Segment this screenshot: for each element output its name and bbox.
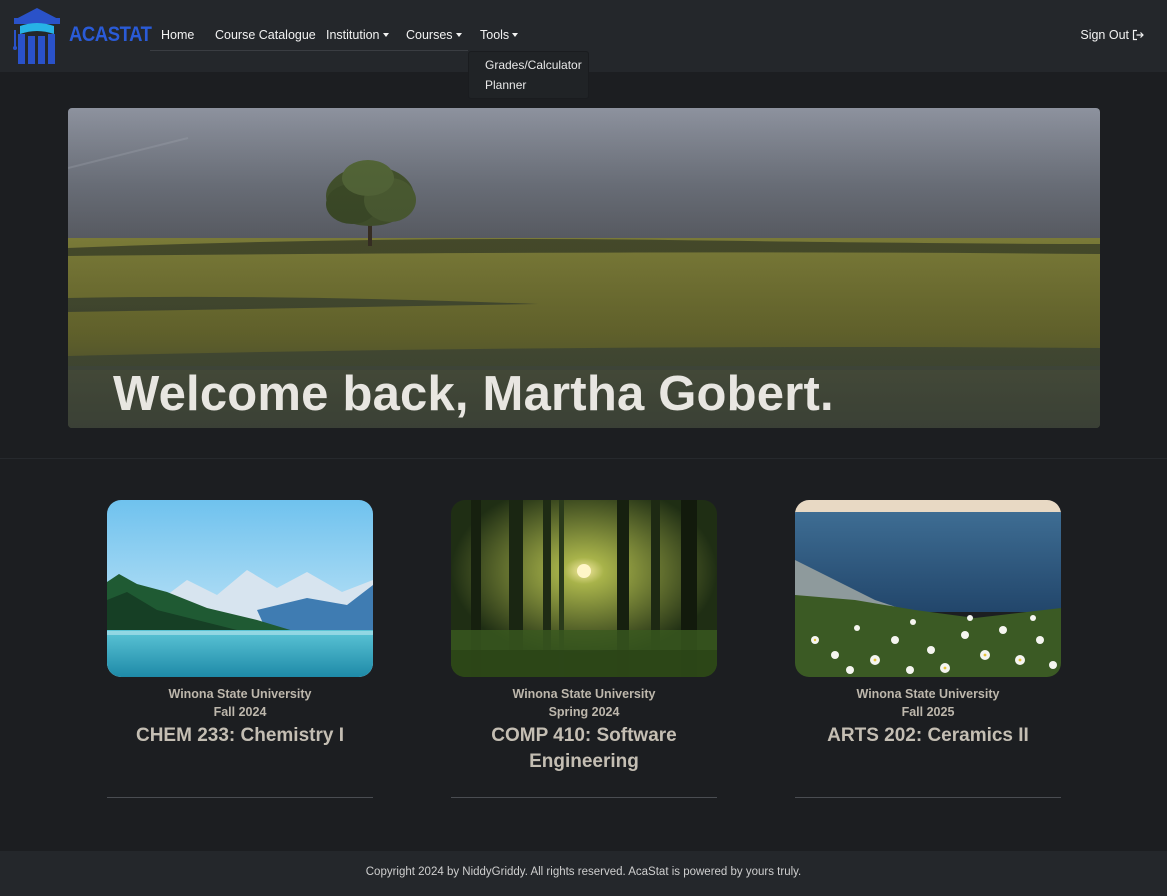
course-term: Spring 2024 [548, 705, 620, 719]
nav-divider [150, 50, 468, 51]
course-image-coast-daisies [795, 500, 1061, 677]
footer: Copyright 2024 by NiddyGriddy. All right… [0, 851, 1167, 896]
course-title[interactable]: COMP 410: Software Engineering [451, 723, 717, 775]
tools-dropdown-menu: Grades/Calculator Planner [468, 51, 589, 99]
card-divider [795, 797, 1061, 798]
nav-institution-dropdown[interactable]: Institution [326, 28, 389, 42]
course-card[interactable]: Winona State University Fall 2025 ARTS 2… [795, 500, 1061, 749]
nav-courses-dropdown[interactable]: Courses [406, 28, 462, 42]
sign-out-button[interactable]: Sign Out [1080, 28, 1144, 42]
section-divider [0, 458, 1167, 459]
course-term: Fall 2024 [213, 705, 267, 719]
course-institution: Winona State University [512, 687, 656, 701]
course-title[interactable]: ARTS 202: Ceramics II [795, 723, 1061, 749]
card-divider [451, 797, 717, 798]
nav-institution-label: Institution [326, 28, 380, 42]
nav-tools-dropdown[interactable]: Tools [480, 28, 519, 42]
nav-courses-label: Courses [406, 28, 453, 42]
menu-item-planner[interactable]: Planner [485, 78, 526, 92]
nav-course-catalogue[interactable]: Course Catalogue [215, 28, 316, 42]
caret-down-icon [382, 33, 389, 37]
logo[interactable]: ACASTAT [12, 6, 152, 66]
course-term: Fall 2025 [901, 705, 955, 719]
course-title[interactable]: CHEM 233: Chemistry I [107, 723, 373, 749]
caret-down-icon [512, 33, 519, 37]
academic-cap-columns-icon [13, 8, 60, 64]
course-institution: Winona State University [168, 687, 312, 701]
hero-banner: Welcome back, Martha Gobert. [68, 108, 1100, 428]
course-card[interactable]: Winona State University Spring 2024 COMP… [451, 500, 717, 775]
sign-out-label: Sign Out [1080, 28, 1129, 42]
welcome-heading: Welcome back, Martha Gobert. [113, 367, 834, 421]
sign-out-icon [1132, 29, 1144, 41]
course-institution: Winona State University [856, 687, 1000, 701]
nav-home[interactable]: Home [161, 28, 194, 42]
caret-down-icon [455, 33, 462, 37]
course-image-mountain-lake [107, 500, 373, 677]
copyright-text: Copyright 2024 by NiddyGriddy. All right… [365, 866, 802, 878]
brand-name: ACASTAT [69, 23, 152, 46]
course-card[interactable]: Winona State University Fall 2024 CHEM 2… [107, 500, 373, 749]
menu-item-grades-calculator[interactable]: Grades/Calculator [485, 58, 582, 72]
course-image-sunlit-forest [451, 500, 717, 677]
nav-tools-label: Tools [480, 28, 510, 42]
card-divider [107, 797, 373, 798]
